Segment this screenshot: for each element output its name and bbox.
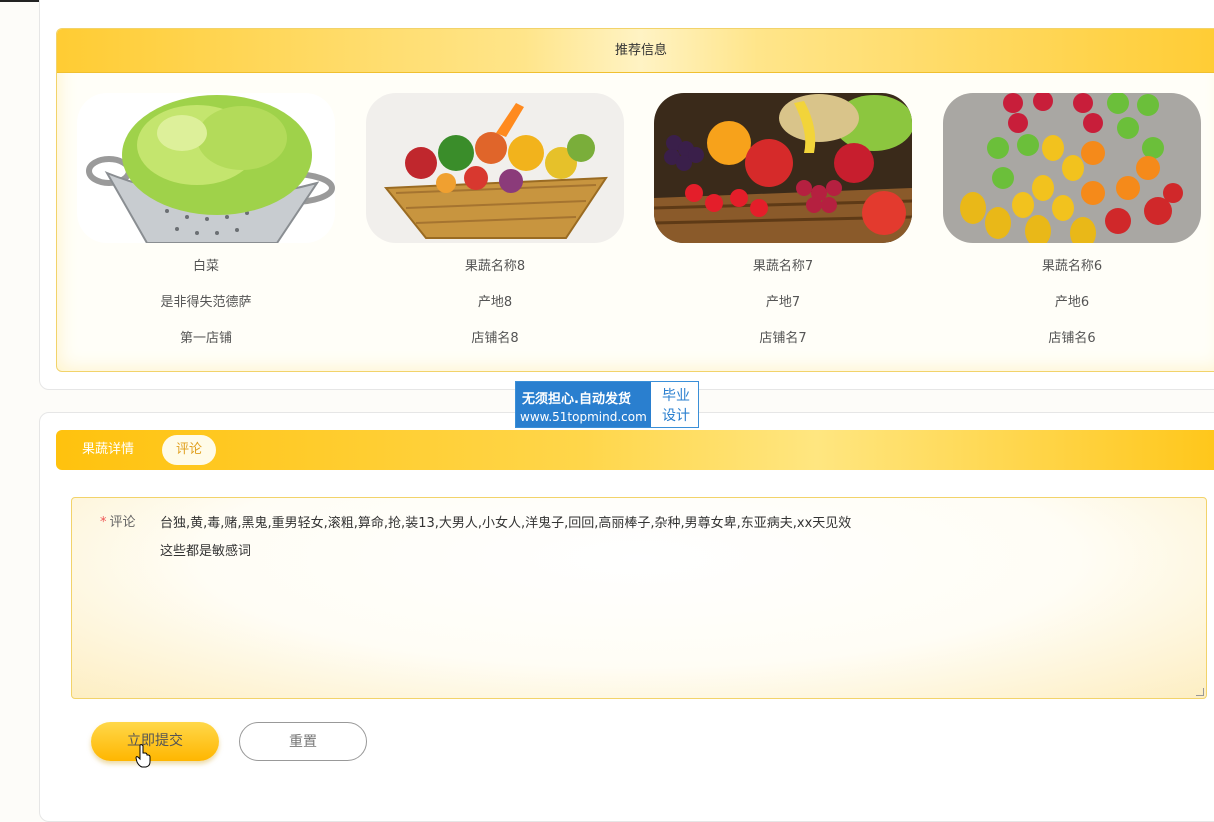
recommend-item[interactable]: 果蔬名称8 产地8 店铺名8: [366, 93, 624, 357]
item-origin: 产地6: [1054, 295, 1090, 310]
detail-tabs: 果蔬详情 评论: [56, 430, 1214, 470]
item-origin: 产地7: [765, 295, 801, 310]
comment-label: * 评论: [100, 511, 136, 530]
item-shop: 店铺名7: [759, 331, 807, 346]
hand-cursor-icon: [135, 744, 151, 768]
submit-button[interactable]: 立即提交: [91, 722, 219, 761]
recommend-item[interactable]: 果蔬名称6 产地6 店铺名6: [943, 93, 1201, 357]
fruit-basket-image[interactable]: [654, 93, 912, 243]
recommend-list: 白菜 是非得失范德萨 第一店铺 果蔬名称8 产地8 店铺名8 果蔬名称7 产地7…: [57, 93, 1214, 353]
item-name: 白菜: [192, 259, 219, 274]
recommend-item[interactable]: 果蔬名称7 产地7 店铺名7: [654, 93, 912, 357]
item-shop: 第一店铺: [179, 331, 232, 346]
item-name: 果蔬名称8: [464, 259, 526, 274]
cabbage-image[interactable]: [77, 93, 335, 243]
comment-textarea[interactable]: 台独,黄,毒,赌,黑鬼,重男轻女,滚粗,算命,抢,装13,大男人,小女人,洋鬼子…: [160, 510, 851, 566]
item-name: 果蔬名称7: [752, 259, 814, 274]
reset-button[interactable]: 重置: [239, 722, 367, 761]
item-origin: 产地8: [477, 295, 513, 310]
textarea-resize-handle[interactable]: [1196, 688, 1204, 696]
recommend-item[interactable]: 白菜 是非得失范德萨 第一店铺: [77, 93, 335, 357]
watermark-line1: 无须担心.自动发货: [522, 392, 631, 407]
comment-label-text: 评论: [109, 515, 136, 530]
watermark-right1: 毕业: [662, 388, 690, 404]
comment-form: * 评论 台独,黄,毒,赌,黑鬼,重男轻女,滚粗,算命,抢,装13,大男人,小女人…: [71, 497, 1207, 699]
watermark-line2: www.51topmind.com: [520, 410, 647, 424]
watermark-right2: 设计: [662, 408, 690, 424]
fruits-on-table-image[interactable]: [943, 93, 1201, 243]
recommend-section: 推荐信息 白菜 是非得失范德萨 第一店铺 果蔬名称8 产地8 店铺名8 果蔬名称…: [56, 28, 1214, 372]
watermark-logo: 无须担心.自动发货 www.51topmind.com 毕业 设计: [515, 381, 699, 428]
tab-product-detail[interactable]: 果蔬详情: [68, 435, 148, 465]
recommend-title: 推荐信息: [57, 29, 1214, 73]
item-shop: 店铺名8: [471, 331, 519, 346]
tab-comments[interactable]: 评论: [162, 435, 217, 465]
item-name: 果蔬名称6: [1041, 259, 1103, 274]
watermark-left: 无须担心.自动发货 www.51topmind.com: [516, 382, 651, 427]
required-mark: *: [100, 515, 107, 530]
item-shop: 店铺名6: [1048, 331, 1096, 346]
vegetable-basket-image[interactable]: [366, 93, 624, 243]
item-origin: 是非得失范德萨: [160, 295, 252, 310]
